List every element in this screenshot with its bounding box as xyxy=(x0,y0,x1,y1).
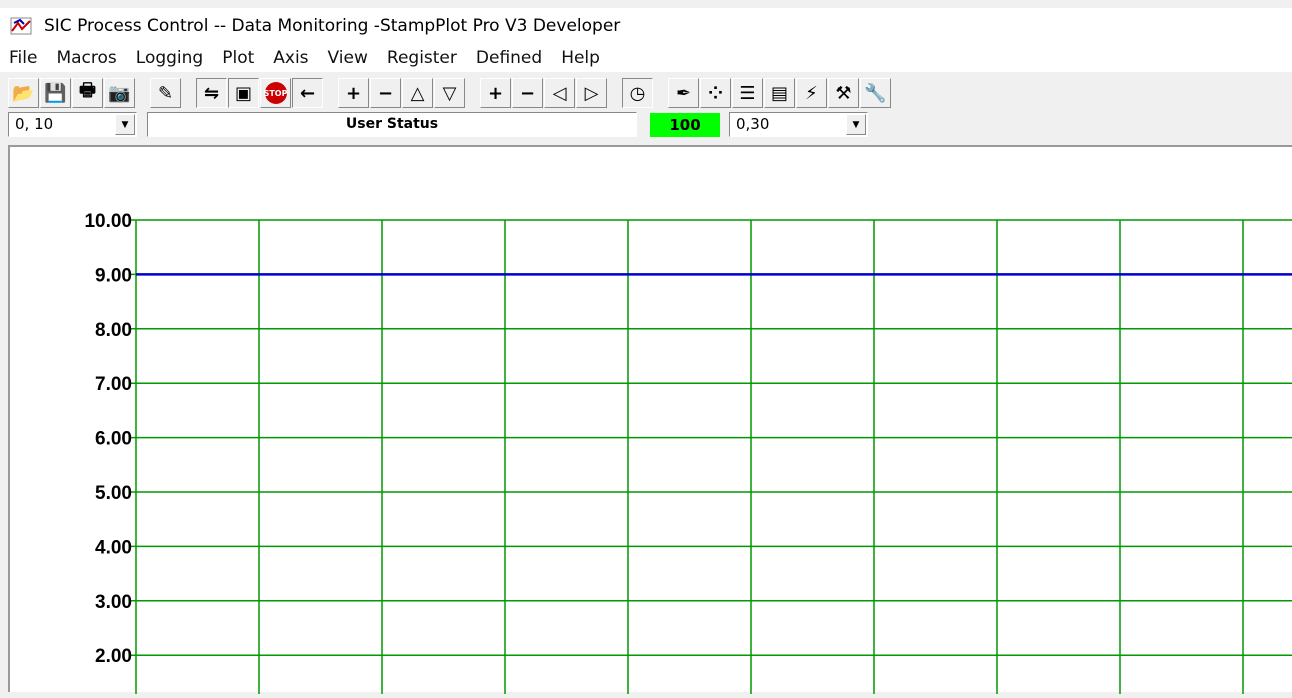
shift-up-icon: △ xyxy=(410,82,425,104)
magic-wand-icon: ✎ xyxy=(157,82,174,104)
y-tick-label: 8.00 xyxy=(95,320,132,341)
y-tick-label: 5.00 xyxy=(95,483,132,504)
y-tick-label: 4.00 xyxy=(95,537,132,558)
stop-button[interactable]: STOP xyxy=(260,78,291,108)
open-folder-icon: 📂 xyxy=(12,82,35,104)
stop-icon: STOP xyxy=(264,82,287,104)
shift-up-button[interactable]: △ xyxy=(402,78,433,108)
print-icon: 🖶 xyxy=(79,80,96,101)
window-title: SIC Process Control -- Data Monitoring -… xyxy=(44,16,621,36)
camera-button[interactable]: 📷 xyxy=(104,78,135,108)
menu-axis[interactable]: Axis xyxy=(264,48,318,68)
y-tick-label: 7.00 xyxy=(95,374,132,395)
user-status-text: User Status xyxy=(345,116,439,132)
menu-plot[interactable]: Plot xyxy=(213,48,264,68)
title-bar: SIC Process Control -- Data Monitoring -… xyxy=(0,8,1292,44)
magic-wand-button[interactable]: ✎ xyxy=(150,78,181,108)
menu-macros[interactable]: Macros xyxy=(47,48,126,68)
clock-button[interactable]: ◷ xyxy=(622,78,653,108)
y-range-select[interactable]: 0, 10 ▼ xyxy=(8,112,137,137)
plus-x-button[interactable]: + xyxy=(480,78,511,108)
open-folder-button[interactable]: 📂 xyxy=(8,78,39,108)
menu-register[interactable]: Register xyxy=(378,48,467,68)
plus-y-button[interactable]: + xyxy=(338,78,369,108)
minus-x-icon: − xyxy=(519,82,536,104)
toolbar: 📂 💾 🖶 📷 ✎ ⇋ ▣ STOP ← + − △ ▽ + − ◁ ▷ ◷ ✒ ⁘ ☰ ▤ ⚡ ⚒ 🔧 xyxy=(8,76,892,110)
notes-button[interactable]: ☰ xyxy=(732,78,763,108)
shift-left-icon: ◁ xyxy=(552,82,567,104)
y-tick-label: 10.00 xyxy=(84,211,132,232)
y-tick-label: 6.00 xyxy=(95,429,132,450)
arrow-left-button[interactable]: ← xyxy=(292,78,323,108)
status-row: 0, 10 ▼ User Status 100 0,30 ▼ xyxy=(8,112,878,140)
monitor-button[interactable]: ▣ xyxy=(228,78,259,108)
notebook-button[interactable]: ▤ xyxy=(764,78,795,108)
x-range-value: 0,30 xyxy=(736,115,770,133)
arrow-left-icon: ← xyxy=(299,82,316,104)
scatter-config-button[interactable]: ⁘ xyxy=(700,78,731,108)
value-display: 100 xyxy=(650,113,720,137)
menu-logging[interactable]: Logging xyxy=(127,48,213,68)
chevron-down-icon[interactable]: ▼ xyxy=(846,114,866,135)
menu-defined[interactable]: Defined xyxy=(467,48,552,68)
menu-help[interactable]: Help xyxy=(552,48,610,68)
shift-right-button[interactable]: ▷ xyxy=(576,78,607,108)
y-tick-label: 3.00 xyxy=(95,592,132,613)
app-icon xyxy=(10,17,32,35)
clock-icon: ◷ xyxy=(629,82,646,104)
print-button[interactable]: 🖶 xyxy=(72,78,103,108)
shift-down-icon: ▽ xyxy=(442,82,457,104)
y-tick-label: 2.00 xyxy=(95,646,132,667)
wrench-icon: 🔧 xyxy=(864,82,887,104)
probe-button[interactable]: ⚡ xyxy=(796,78,827,108)
probe-icon: ⚡ xyxy=(805,82,818,104)
connect-button[interactable]: ⇋ xyxy=(196,78,227,108)
shift-right-icon: ▷ xyxy=(584,82,599,104)
tools-button[interactable]: ⚒ xyxy=(828,78,859,108)
minus-y-icon: − xyxy=(377,82,394,104)
camera-icon: 📷 xyxy=(108,82,131,104)
menu-file[interactable]: File xyxy=(0,48,47,68)
chevron-down-icon[interactable]: ▼ xyxy=(115,114,135,135)
minus-x-button[interactable]: − xyxy=(512,78,543,108)
notebook-icon: ▤ xyxy=(770,82,788,104)
menu-bar: File Macros Logging Plot Axis View Register Def… xyxy=(0,44,1292,72)
plus-y-icon: + xyxy=(345,82,362,104)
y-tick-label: 9.00 xyxy=(95,265,132,286)
connect-icon: ⇋ xyxy=(203,82,220,104)
plot-area[interactable]: 10.00 9.00 8.00 7.00 6.00 5.00 4.00 3.00 2.00 xyxy=(8,145,1292,694)
shift-down-button[interactable]: ▽ xyxy=(434,78,465,108)
save-icon: 💾 xyxy=(44,82,67,104)
x-range-select[interactable]: 0,30 ▼ xyxy=(729,112,868,137)
scatter-config-icon: ⁘ xyxy=(707,82,724,104)
y-range-value: 0, 10 xyxy=(15,115,54,133)
pen-button[interactable]: ✒ xyxy=(668,78,699,108)
pen-icon: ✒ xyxy=(675,82,692,104)
plus-x-icon: + xyxy=(487,82,504,104)
menu-view[interactable]: View xyxy=(319,48,378,68)
monitor-icon: ▣ xyxy=(234,82,252,104)
notes-icon: ☰ xyxy=(739,82,756,104)
wrench-button[interactable]: 🔧 xyxy=(860,78,891,108)
chart: 10.00 9.00 8.00 7.00 6.00 5.00 4.00 3.00 2.00 xyxy=(84,211,1292,694)
save-button[interactable]: 💾 xyxy=(40,78,71,108)
minus-y-button[interactable]: − xyxy=(370,78,401,108)
user-status-field: User Status xyxy=(147,112,637,137)
shift-left-button[interactable]: ◁ xyxy=(544,78,575,108)
tools-icon: ⚒ xyxy=(835,82,852,104)
